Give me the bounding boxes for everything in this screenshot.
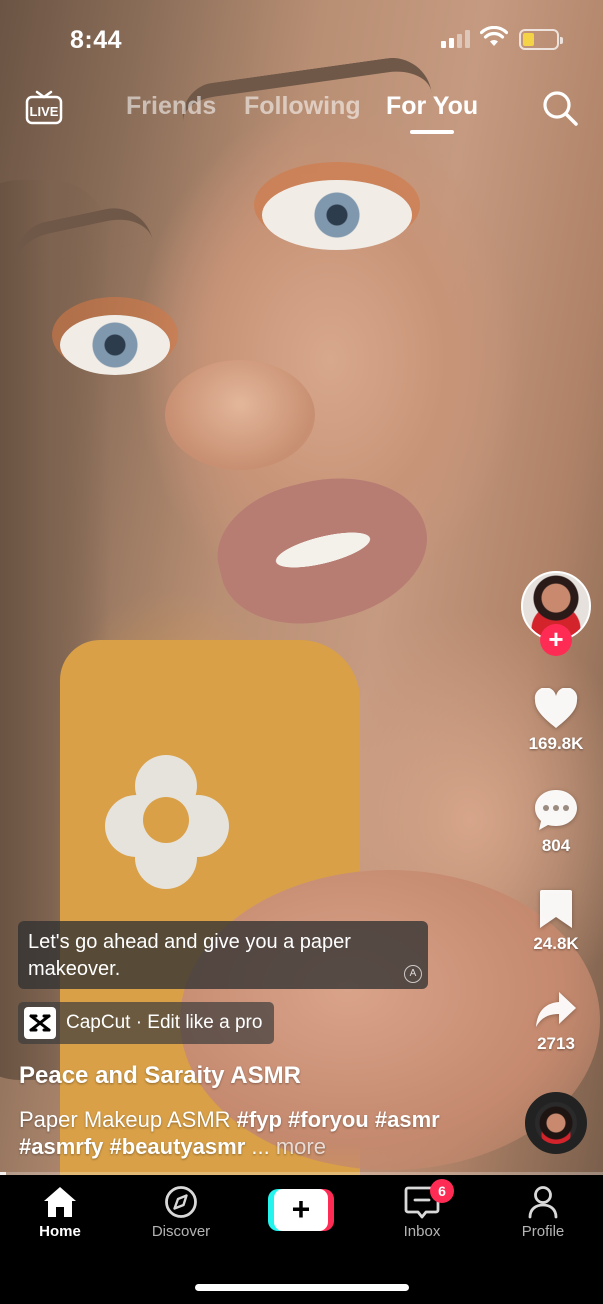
hashtag[interactable]: #foryou	[288, 1107, 369, 1132]
caption-text: Let's go ahead and give you a paper make…	[28, 931, 351, 980]
video-player[interactable]	[0, 0, 603, 1176]
save-button[interactable]: 24.8K	[516, 888, 596, 954]
description-ellipsis: ...	[251, 1134, 270, 1159]
inbox-badge: 6	[430, 1179, 454, 1203]
tab-for-you[interactable]: For You	[386, 92, 478, 121]
nav-inbox-label: Inbox	[403, 1223, 441, 1240]
translate-icon[interactable]: A	[404, 965, 422, 983]
follow-button[interactable]: +	[540, 624, 572, 656]
person-icon	[528, 1186, 558, 1219]
nav-profile[interactable]: Profile	[493, 1185, 593, 1240]
hashtag[interactable]: #fyp	[237, 1107, 282, 1132]
video-description: Paper Makeup ASMR #fyp #foryou #asmr #as…	[19, 1106, 489, 1160]
nav-inbox[interactable]: 6 Inbox	[372, 1179, 472, 1240]
video-frame-eye	[60, 315, 170, 375]
comment-button[interactable]: 804	[516, 788, 596, 856]
capcut-label: CapCut · Edit like a pro	[66, 1012, 263, 1033]
comment-bubble-icon	[535, 790, 577, 830]
nav-home[interactable]: Home	[10, 1185, 110, 1240]
heart-icon	[534, 688, 578, 728]
nav-discover-label: Discover	[151, 1223, 211, 1240]
battery-icon	[519, 29, 563, 50]
hashtag[interactable]: #beautyasmr	[110, 1134, 246, 1159]
description-text: Paper Makeup ASMR	[19, 1107, 231, 1132]
comment-count: 804	[541, 836, 571, 855]
auto-caption: Let's go ahead and give you a paper make…	[18, 921, 428, 989]
compass-icon	[165, 1186, 197, 1218]
battery-level	[523, 33, 534, 46]
share-count: 2713	[537, 1034, 575, 1053]
status-time: 8:44	[70, 26, 123, 54]
search-icon[interactable]	[541, 89, 579, 127]
live-label: LIVE	[30, 104, 59, 119]
home-icon	[44, 1187, 76, 1217]
like-button[interactable]: 169.8K	[516, 688, 596, 754]
tab-active-indicator	[410, 130, 454, 134]
nav-discover[interactable]: Discover	[131, 1185, 231, 1240]
nav-home-label: Home	[39, 1223, 81, 1240]
video-frame-eye	[262, 180, 412, 250]
nav-profile-label: Profile	[521, 1223, 565, 1240]
create-button[interactable]: +	[268, 1189, 334, 1231]
share-arrow-icon	[536, 992, 576, 1027]
live-icon[interactable]: LIVE	[24, 88, 64, 128]
capcut-anchor[interactable]: CapCut · Edit like a pro	[18, 1002, 275, 1044]
music-disc[interactable]	[525, 1092, 587, 1154]
more-button[interactable]: more	[276, 1134, 326, 1159]
video-frame-nose	[165, 360, 315, 470]
tab-following[interactable]: Following	[244, 92, 361, 121]
author-name[interactable]: Peace and Saraity ASMR	[19, 1062, 301, 1090]
tab-friends[interactable]: Friends	[126, 92, 216, 121]
hashtag[interactable]: #asmr	[375, 1107, 440, 1132]
hashtag[interactable]: #asmrfy	[19, 1134, 103, 1159]
save-count: 24.8K	[533, 934, 579, 953]
home-indicator	[195, 1284, 409, 1291]
cellular-signal-icon	[441, 30, 470, 48]
video-frame-flower	[105, 755, 230, 889]
capcut-logo-icon	[24, 1007, 56, 1039]
like-count: 169.8K	[528, 734, 584, 753]
wifi-icon	[480, 26, 508, 46]
bookmark-icon	[540, 890, 572, 928]
creator-avatar[interactable]: +	[521, 571, 591, 656]
video-frame-mouth	[204, 456, 442, 644]
plus-icon: +	[274, 1189, 328, 1231]
share-button[interactable]: 2713	[516, 990, 596, 1054]
